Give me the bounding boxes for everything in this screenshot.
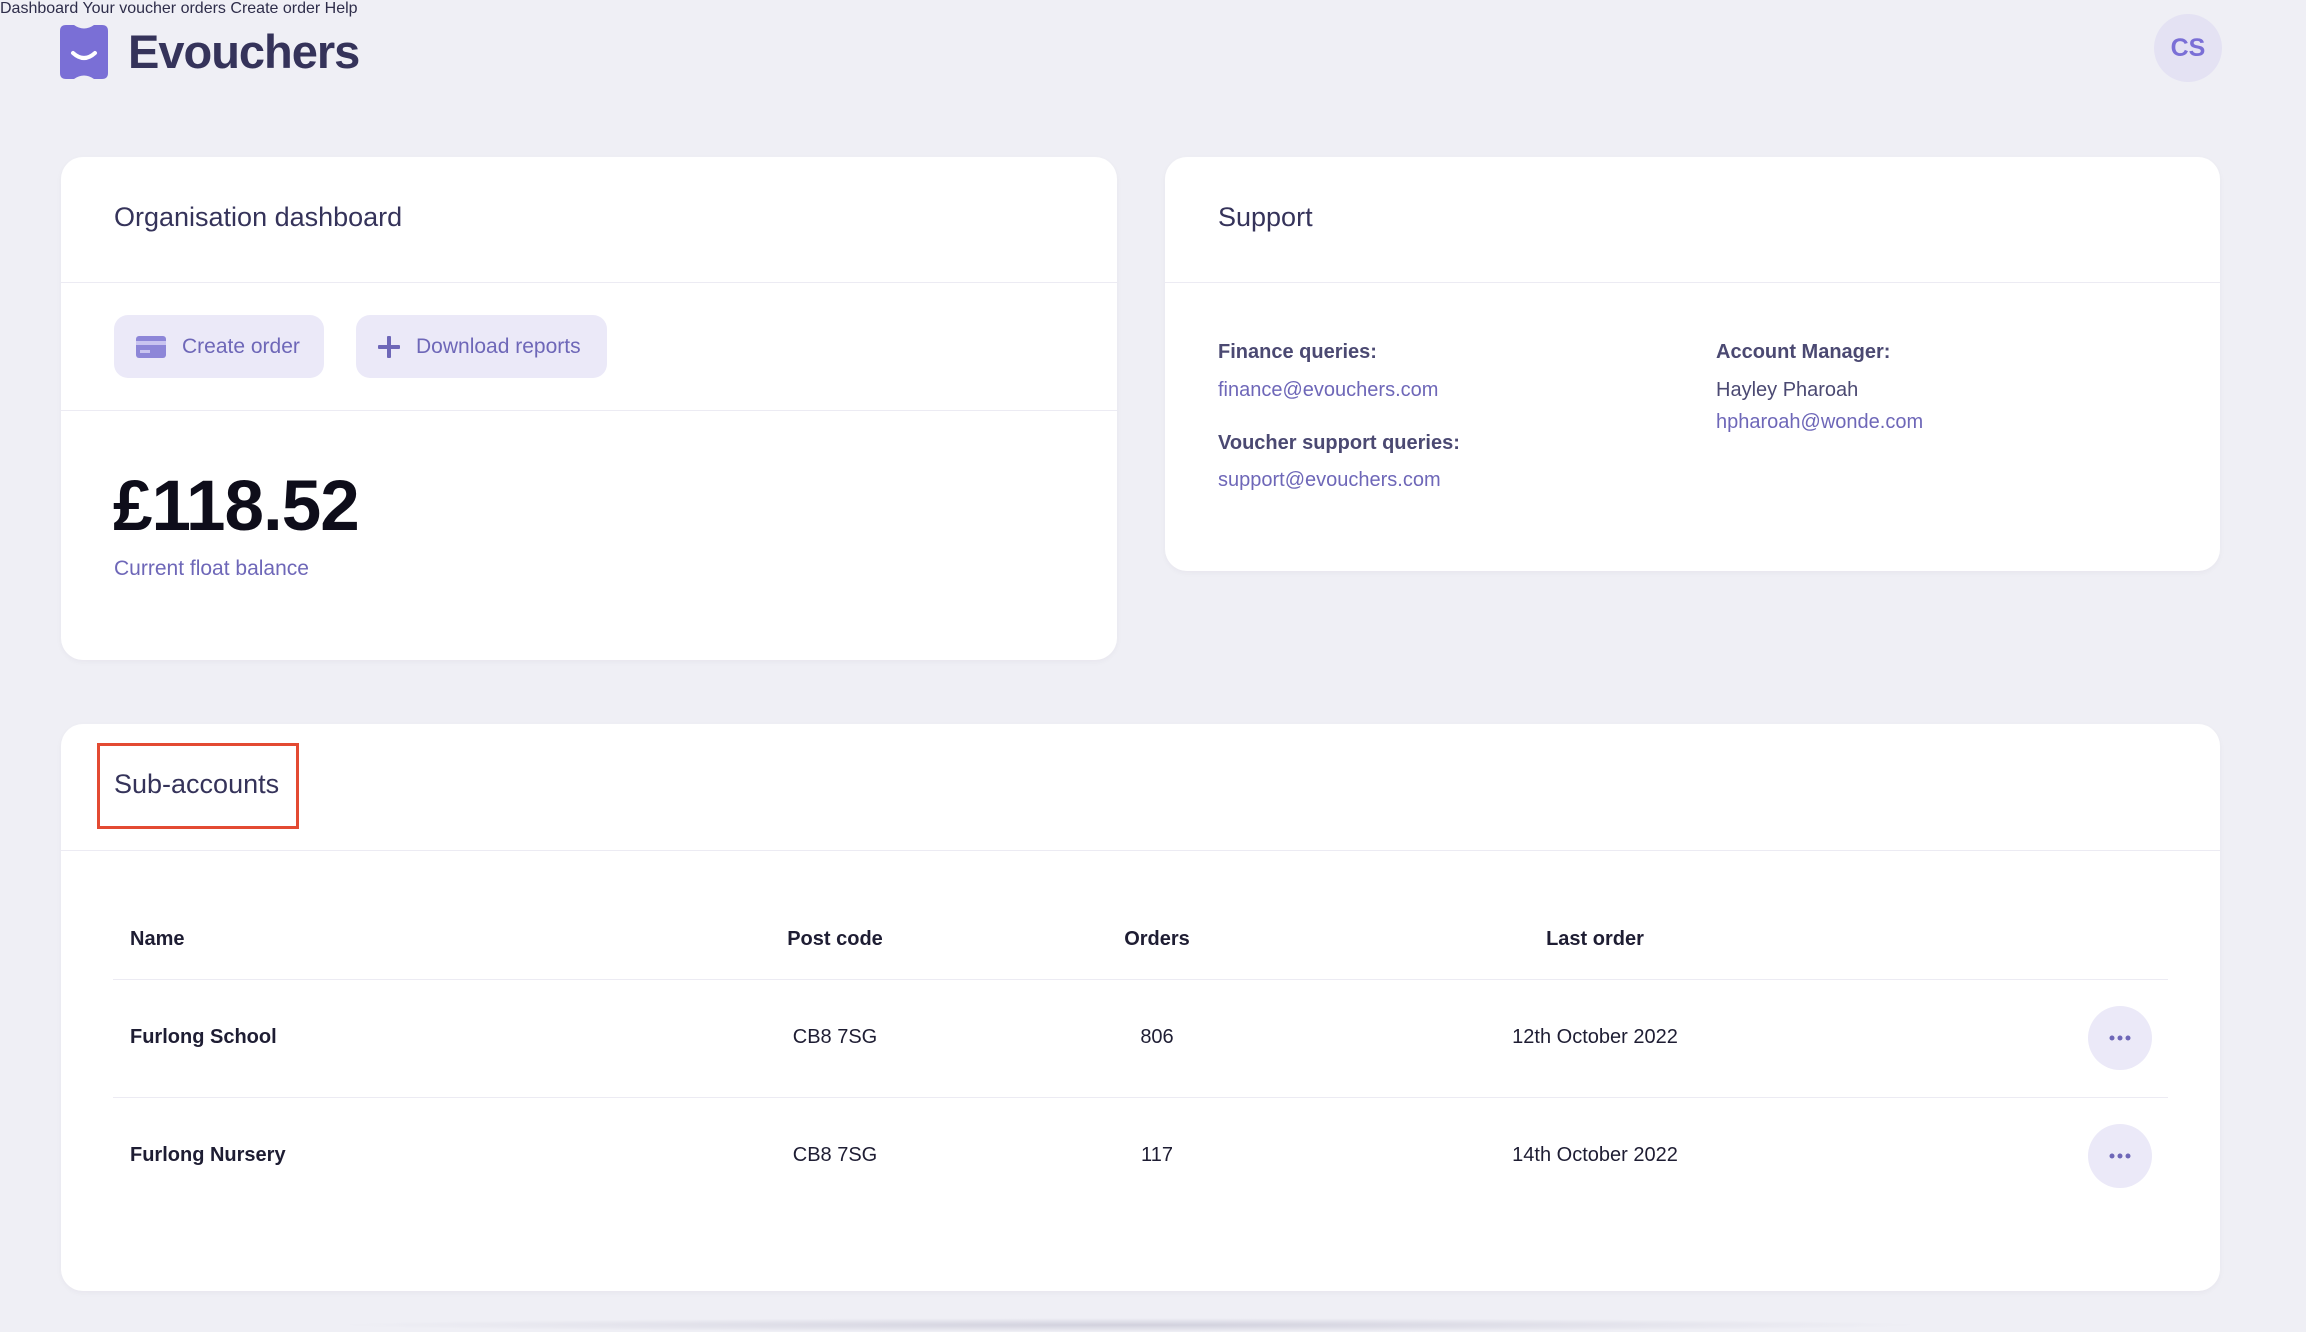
support-card: Support	[1165, 157, 2220, 571]
card-divider	[1165, 282, 2220, 283]
table-divider	[113, 1097, 2168, 1098]
organisation-dashboard-card: Organisation dashboard	[61, 157, 1117, 660]
nav-help[interactable]: Help	[325, 0, 358, 17]
float-balance-value: £118.52	[113, 467, 360, 546]
column-header-orders: Orders	[1124, 928, 1190, 950]
user-avatar[interactable]: CS	[2154, 14, 2222, 82]
card-divider	[61, 850, 2220, 851]
table-divider	[113, 979, 2168, 980]
account-manager-label: Account Manager:	[1716, 341, 1891, 363]
card-divider	[61, 282, 1117, 283]
finance-email-link[interactable]: finance@evouchers.com	[1218, 379, 1438, 402]
account-manager-email-link[interactable]: hpharoah@wonde.com	[1716, 411, 1923, 434]
row-more-button[interactable]	[2088, 1006, 2152, 1070]
top-header: Evouchers Dashboard Your voucher orders …	[0, 0, 2306, 100]
download-reports-button[interactable]: Download reports	[356, 315, 607, 378]
account-manager-name: Hayley Pharoah	[1716, 379, 1859, 401]
create-order-button[interactable]: Create order	[114, 315, 324, 378]
row-last-order: 12th October 2022	[1512, 1026, 1678, 1048]
support-title: Support	[1218, 202, 1313, 232]
nav-create-order[interactable]: Create order	[230, 0, 320, 17]
row-orders: 806	[1140, 1026, 1174, 1048]
row-last-order: 14th October 2022	[1512, 1144, 1678, 1166]
row-postcode: CB8 7SG	[792, 1026, 878, 1048]
support-email-link[interactable]: support@evouchers.com	[1218, 469, 1441, 492]
download-reports-label: Download reports	[416, 334, 581, 358]
logo-icon	[60, 24, 108, 79]
create-order-label: Create order	[182, 334, 300, 358]
voucher-support-label: Voucher support queries:	[1218, 432, 1460, 454]
card-divider	[61, 410, 1117, 411]
float-balance-label: Current float balance	[114, 557, 309, 580]
column-header-last-order: Last order	[1546, 928, 1644, 950]
more-icon	[2109, 1153, 2131, 1159]
more-icon	[2109, 1035, 2131, 1041]
column-header-postcode: Post code	[787, 928, 883, 950]
finance-queries-label: Finance queries:	[1218, 341, 1377, 363]
nav-your-voucher-orders[interactable]: Your voucher orders	[82, 0, 226, 17]
sub-accounts-card: Sub-accounts	[61, 724, 2220, 1291]
column-header-name: Name	[130, 928, 185, 950]
row-postcode: CB8 7SG	[792, 1144, 878, 1166]
footer-shadow	[330, 1318, 1930, 1332]
highlight-box	[97, 743, 299, 829]
brand-logo[interactable]: Evouchers	[60, 24, 360, 79]
row-orders: 117	[1141, 1144, 1173, 1166]
brand-name: Evouchers	[128, 25, 360, 78]
nav-dashboard[interactable]: Dashboard	[0, 0, 78, 17]
row-name: Furlong School	[130, 1026, 277, 1048]
card-icon	[136, 335, 166, 358]
row-name: Furlong Nursery	[130, 1144, 286, 1166]
organisation-dashboard-title: Organisation dashboard	[114, 202, 403, 232]
plus-icon	[378, 335, 400, 358]
row-more-button[interactable]	[2088, 1124, 2152, 1188]
